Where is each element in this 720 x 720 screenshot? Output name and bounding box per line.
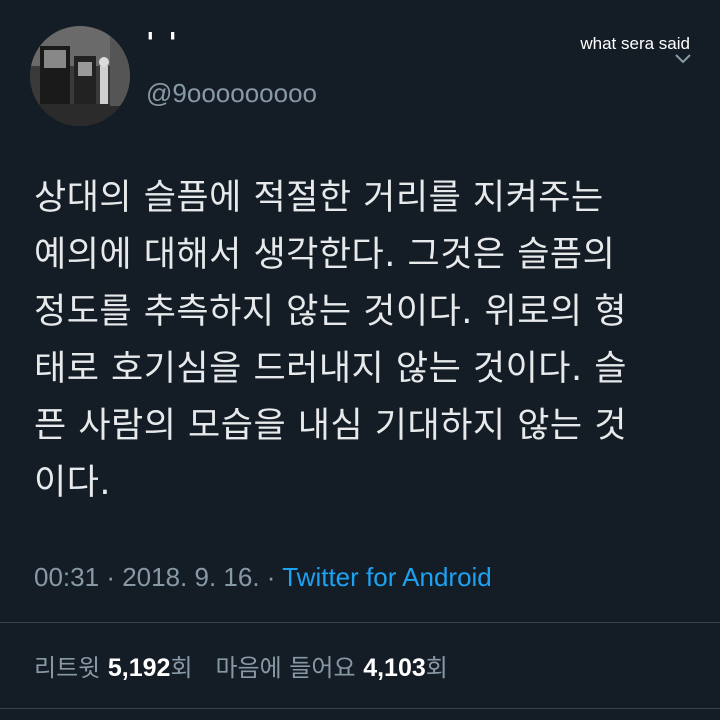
chevron-down-icon[interactable] xyxy=(674,52,692,66)
tweet-time: 00:31 xyxy=(34,562,100,592)
tweet-stats: 리트윗 5,192회 마음에 들어요 4,103회 xyxy=(34,648,448,683)
tweet-text: 상대의 슬픔에 적절한 거리를 지켜주는 예의에 대해서 생각한다. 그것은 슬… xyxy=(34,170,674,512)
client-link[interactable]: Twitter for Android xyxy=(282,562,492,592)
likes-unit: 회 xyxy=(425,654,448,682)
tweet-line: 태로 호기심을 드러내지 않는 것이다. 슬 xyxy=(34,349,627,389)
watermark-text: what sera said xyxy=(580,34,690,53)
tweet-meta: 00:31 · 2018. 9. 16. · Twitter for Andro… xyxy=(34,562,492,593)
divider xyxy=(0,708,720,709)
retweets-count[interactable]: 5,192 xyxy=(108,654,171,682)
meta-separator: · xyxy=(266,562,276,592)
tweet-line: 이다. xyxy=(34,463,112,503)
avatar-photo-icon xyxy=(30,26,130,126)
tweet-line: 예의에 대해서 생각한다. 그것은 슬픔의 xyxy=(34,235,616,275)
likes-count[interactable]: 4,103 xyxy=(363,654,426,682)
user-handle[interactable]: @9ooooooooo xyxy=(146,78,317,109)
retweets-unit: 회 xyxy=(170,654,193,682)
tweet-line: 상대의 슬픔에 적절한 거리를 지켜주는 xyxy=(34,178,604,218)
retweets-label: 리트윗 xyxy=(34,654,101,682)
meta-separator: · xyxy=(106,562,115,592)
divider xyxy=(0,622,720,623)
tweet-date: 2018. 9. 16. xyxy=(122,562,260,592)
display-name[interactable]: ' ' xyxy=(146,26,179,59)
avatar[interactable] xyxy=(30,26,130,126)
tweet-view: ' ' @9ooooooooo what sera said 상대의 슬픔에 적… xyxy=(0,0,720,720)
tweet-line: 픈 사람의 모습을 내심 기대하지 않는 것 xyxy=(34,406,627,446)
tweet-line: 정도를 추측하지 않는 것이다. 위로의 형 xyxy=(34,292,627,332)
likes-label: 마음에 들어요 xyxy=(215,654,356,682)
